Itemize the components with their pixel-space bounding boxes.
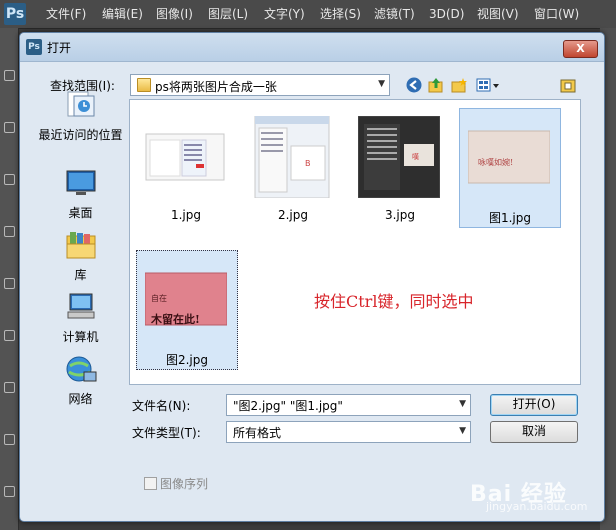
- look-in-value: ps将两张图片合成一张: [155, 80, 277, 94]
- file-name: 3.jpg: [384, 208, 416, 222]
- file-item-tu2jpg[interactable]: 自在 木留在此! 图2.jpg: [136, 250, 238, 370]
- chevron-down-icon[interactable]: ▼: [459, 399, 466, 409]
- open-dialog: Ps 打开 X 查找范围(I): ps将两张图片合成一张 ▼ 最近访问的位置 桌…: [19, 32, 605, 522]
- up-one-level-icon[interactable]: [428, 77, 444, 93]
- menu-select[interactable]: 选择(S): [320, 0, 361, 28]
- tool-icon[interactable]: [4, 70, 15, 81]
- file-name: 1.jpg: [170, 208, 202, 222]
- photoshop-menu-bar: Ps 文件(F) 编辑(E) 图像(I) 图层(L) 文字(Y) 选择(S) 滤…: [0, 0, 616, 29]
- menu-file[interactable]: 文件(F): [46, 0, 86, 28]
- file-name: 图1.jpg: [488, 211, 532, 225]
- photoshop-app-icon: Ps: [26, 39, 42, 55]
- filetype-dropdown[interactable]: 所有格式 ▼: [226, 421, 471, 443]
- filetype-value: 所有格式: [233, 426, 282, 440]
- svg-text:嘆: 嘆: [412, 152, 419, 161]
- tool-icon[interactable]: [4, 174, 15, 185]
- photoshop-logo: Ps: [4, 3, 26, 25]
- file-name: 2.jpg: [277, 208, 309, 222]
- place-label-libraries: 库: [74, 268, 87, 282]
- menu-view[interactable]: 视图(V): [477, 0, 519, 28]
- look-in-dropdown[interactable]: ps将两张图片合成一张 ▼: [130, 74, 390, 96]
- tool-icon[interactable]: [4, 486, 15, 497]
- desktop-icon: [66, 170, 95, 195]
- recent-places-icon: [67, 91, 94, 117]
- libraries-icon: [66, 232, 95, 259]
- tool-icon[interactable]: [4, 382, 15, 393]
- network-icon: [66, 356, 96, 382]
- thumbnail-text: 自在: [151, 294, 167, 303]
- place-label-desktop: 桌面: [68, 206, 93, 220]
- place-network[interactable]: 网络: [33, 354, 128, 407]
- back-icon[interactable]: [406, 77, 422, 93]
- svg-text:B: B: [305, 159, 311, 168]
- cancel-button[interactable]: 取消: [490, 421, 578, 443]
- file-item-3jpg[interactable]: 嘆 3.jpg: [350, 108, 450, 226]
- file-item-tu1jpg[interactable]: 咏嘆如婉! 图1.jpg: [459, 108, 561, 228]
- dialog-title: 打开: [47, 41, 72, 55]
- file-list[interactable]: 1.jpg B 2.jpg 嘆 3.jpg 咏嘆如婉! 图1.jpg 自在 木留…: [129, 99, 581, 385]
- place-computer[interactable]: 计算机: [33, 292, 128, 345]
- place-libraries[interactable]: 库: [33, 230, 128, 283]
- tool-icon[interactable]: [4, 226, 15, 237]
- place-label-network: 网络: [68, 392, 93, 406]
- filename-value: "图2.jpg" "图1.jpg": [233, 399, 343, 413]
- file-thumbnail: 嘆: [358, 116, 440, 198]
- image-sequence-label: 图像序列: [160, 477, 209, 491]
- computer-icon: [67, 293, 94, 319]
- places-bar: 最近访问的位置 桌面 库 计算机 网络: [33, 90, 128, 458]
- menu-layer[interactable]: 图层(L): [208, 0, 248, 28]
- tool-icon[interactable]: [4, 278, 15, 289]
- filename-label: 文件名(N):: [132, 399, 191, 413]
- tool-icon[interactable]: [4, 122, 15, 133]
- tool-icon[interactable]: [4, 434, 15, 445]
- instruction-annotation: 按住Ctrl键，同时选中: [314, 292, 474, 311]
- place-label-computer: 计算机: [62, 330, 99, 344]
- tools-panel: [0, 28, 19, 530]
- place-recent[interactable]: 最近访问的位置: [33, 90, 128, 143]
- menu-type[interactable]: 文字(Y): [264, 0, 305, 28]
- adobe-dialog-folder-icon[interactable]: [560, 77, 576, 93]
- file-thumbnail: [145, 133, 225, 181]
- file-item-2jpg[interactable]: B 2.jpg: [243, 108, 343, 226]
- folder-icon: [137, 78, 151, 92]
- menu-window[interactable]: 窗口(W): [534, 0, 579, 28]
- menu-3d[interactable]: 3D(D): [429, 0, 464, 28]
- filetype-label: 文件类型(T):: [132, 426, 201, 440]
- place-desktop[interactable]: 桌面: [33, 168, 128, 221]
- menu-image[interactable]: 图像(I): [156, 0, 193, 28]
- thumbnail-text: 木留在此!: [151, 313, 200, 326]
- file-thumbnail: B: [254, 116, 330, 198]
- menu-edit[interactable]: 编辑(E): [102, 0, 143, 28]
- thumbnail-text: 咏嘆如婉!: [478, 158, 514, 167]
- new-folder-icon[interactable]: [451, 77, 467, 93]
- menu-filter[interactable]: 滤镜(T): [374, 0, 415, 28]
- open-button[interactable]: 打开(O): [490, 394, 578, 416]
- watermark-url: jingyan.baidu.com: [486, 500, 588, 513]
- chevron-down-icon: ▼: [459, 426, 466, 436]
- close-button[interactable]: X: [563, 40, 598, 58]
- place-label-recent: 最近访问的位置: [38, 128, 123, 142]
- filename-input[interactable]: "图2.jpg" "图1.jpg" ▼: [226, 394, 471, 416]
- image-sequence-checkbox[interactable]: [144, 477, 157, 490]
- view-menu-icon[interactable]: [476, 77, 500, 93]
- file-item-1jpg[interactable]: 1.jpg: [136, 108, 236, 226]
- tool-icon[interactable]: [4, 330, 15, 341]
- dialog-titlebar[interactable]: Ps 打开 X: [20, 33, 604, 62]
- file-name: 图2.jpg: [165, 353, 209, 367]
- chevron-down-icon: ▼: [378, 79, 385, 89]
